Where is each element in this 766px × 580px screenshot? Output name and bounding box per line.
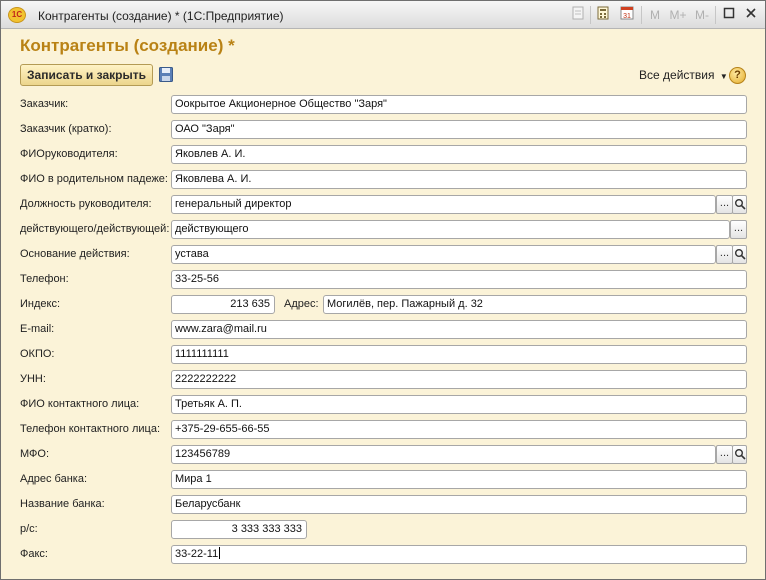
toolbar-separator [590, 6, 591, 24]
okpo-label: ОКПО: [20, 348, 55, 360]
calendar-day: 31 [623, 13, 631, 20]
mfo-label: МФО: [20, 448, 50, 460]
memory-button[interactable]: M [649, 6, 661, 24]
form-title: Контрагенты (создание) * [20, 36, 235, 55]
customer-field[interactable]: Оокрытое Акционерное Общество "Заря" [171, 95, 747, 114]
fax-value: 33-22-11 [175, 548, 219, 560]
unn-label: УНН: [20, 373, 46, 385]
1c-logo-icon: 1С [8, 7, 26, 23]
okpo-field[interactable]: 1111111111 [171, 345, 747, 364]
address-label: Адрес: [284, 298, 319, 310]
title-bar: 1С Контрагенты (создание) * (1С:Предприя… [1, 1, 765, 29]
bank-address-label: Адрес банка: [20, 473, 88, 485]
position-field[interactable]: генеральный директор [171, 195, 716, 214]
save-and-close-button[interactable]: Записать и закрыть [20, 64, 153, 86]
acting-label: действующего/действующей: [20, 223, 170, 235]
maximize-icon[interactable] [722, 6, 736, 24]
phone-label: Телефон: [20, 273, 69, 285]
basis-field[interactable]: устава [171, 245, 716, 264]
customer-short-label: Заказчик (кратко): [20, 123, 112, 135]
document-icon[interactable] [571, 6, 585, 24]
basis-search-icon[interactable] [732, 245, 747, 264]
toolbar-separator [641, 6, 642, 24]
fax-field[interactable]: 33-22-11 [171, 545, 747, 564]
basis-select-button[interactable]: ... [716, 245, 733, 264]
account-field[interactable]: 3 333 333 333 [171, 520, 307, 539]
customer-short-field[interactable]: ОАО "Заря" [171, 120, 747, 139]
help-icon[interactable]: ? [729, 67, 746, 84]
contact-phone-label: Телефон контактного лица: [20, 423, 160, 435]
form-window: 1С Контрагенты (создание) * (1С:Предприя… [0, 0, 766, 580]
acting-field[interactable]: действующего [171, 220, 730, 239]
unn-field[interactable]: 2222222222 [171, 370, 747, 389]
email-field[interactable]: www.zara@mail.ru [171, 320, 747, 339]
bank-name-label: Название банка: [20, 498, 105, 510]
all-actions-menu[interactable]: Все действия ▼ [639, 68, 728, 82]
text-cursor [219, 547, 221, 559]
postcode-label: Индекс: [20, 298, 61, 310]
mfo-select-button[interactable]: ... [716, 445, 733, 464]
director-genitive-label: ФИО в родительном падеже: [20, 173, 168, 185]
toolbar-separator [715, 6, 716, 24]
postcode-field[interactable]: 213 635 [171, 295, 275, 314]
memory-minus-button[interactable]: M- [693, 6, 711, 24]
account-label: р/с: [20, 523, 38, 535]
position-select-button[interactable]: ... [716, 195, 733, 214]
close-icon[interactable] [744, 6, 758, 24]
address-field[interactable]: Могилёв, пер. Пажарный д. 32 [323, 295, 747, 314]
calculator-icon[interactable] [596, 6, 610, 24]
fax-label: Факс: [20, 548, 48, 560]
mfo-search-icon[interactable] [732, 445, 747, 464]
position-search-icon[interactable] [732, 195, 747, 214]
mfo-field[interactable]: 123456789 [171, 445, 716, 464]
contact-phone-field[interactable]: +375-29-655-66-55 [171, 420, 747, 439]
director-genitive-field[interactable]: Яковлева А. И. [171, 170, 747, 189]
window-title: Контрагенты (создание) * (1С:Предприятие… [38, 9, 284, 23]
email-label: E-mail: [20, 323, 55, 335]
director-label: ФИОруководителя: [20, 148, 118, 160]
bank-name-field[interactable]: Беларусбанк [171, 495, 747, 514]
position-label: Должность руководителя: [20, 198, 152, 210]
contact-label: ФИО контактного лица: [20, 398, 140, 410]
phone-field[interactable]: 33-25-56 [171, 270, 747, 289]
dropdown-arrow-icon: ▼ [719, 72, 728, 81]
acting-select-button[interactable]: ... [730, 220, 747, 239]
customer-label: Заказчик: [20, 98, 69, 110]
bank-address-field[interactable]: Мира 1 [171, 470, 747, 489]
memory-plus-button[interactable]: M+ [669, 6, 687, 24]
calendar-icon[interactable]: 31 [619, 6, 634, 24]
director-field[interactable]: Яковлев А. И. [171, 145, 747, 164]
basis-label: Основание действия: [20, 248, 130, 260]
save-icon[interactable] [159, 67, 173, 82]
all-actions-label: Все действия [639, 68, 715, 82]
contact-field[interactable]: Третьяк А. П. [171, 395, 747, 414]
